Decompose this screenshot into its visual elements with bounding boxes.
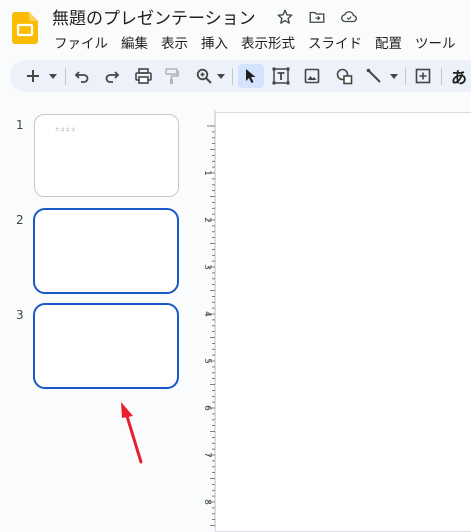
move-to-folder-icon[interactable] — [308, 8, 326, 26]
select-tool-icon[interactable] — [238, 64, 264, 88]
line-icon[interactable] — [364, 60, 384, 92]
toolbar-divider — [232, 68, 233, 85]
undo-icon[interactable] — [72, 60, 92, 92]
ruler-label: 8 — [202, 499, 212, 505]
vertical-ruler: 1 2 3 4 5 6 7 8 — [202, 110, 216, 529]
cloud-saved-icon[interactable] — [340, 8, 358, 26]
ruler-label: 2 — [202, 217, 212, 223]
slide-canvas[interactable] — [215, 112, 471, 532]
slide-number: 1 — [16, 118, 24, 132]
menu-format[interactable]: 表示形式 — [241, 32, 295, 52]
japanese-input-button[interactable]: あ — [448, 60, 470, 92]
ruler-label: 1 — [202, 170, 212, 176]
menu-file[interactable]: ファイル — [54, 32, 108, 52]
slide-filmstrip: 1 ク ゴ ゴ ゴ 2 3 — [0, 100, 200, 529]
slide-thumbnail-1[interactable]: ク ゴ ゴ ゴ — [34, 114, 179, 197]
shape-icon[interactable] — [334, 60, 354, 92]
menu-bar: ファイル 編集 表示 挿入 表示形式 スライド 配置 ツール — [54, 32, 469, 52]
new-slide-button[interactable] — [24, 60, 42, 92]
menu-arrange[interactable]: 配置 — [375, 32, 402, 52]
slide-thumbnail-3[interactable] — [33, 303, 179, 389]
print-icon[interactable] — [132, 60, 154, 92]
slide-number: 3 — [16, 308, 24, 322]
line-dropdown-icon[interactable] — [389, 60, 399, 92]
menu-tools[interactable]: ツール — [415, 32, 456, 52]
ruler-label: 6 — [202, 405, 212, 411]
toolbar: あ — [10, 60, 471, 92]
paint-format-icon[interactable] — [162, 60, 182, 92]
ruler-label: 7 — [202, 452, 212, 458]
ruler-label: 3 — [202, 264, 212, 270]
menu-view[interactable]: 表示 — [161, 32, 188, 52]
toolbar-divider — [405, 68, 406, 85]
google-slides-logo[interactable] — [12, 12, 38, 44]
menu-edit[interactable]: 編集 — [121, 32, 148, 52]
redo-icon[interactable] — [102, 60, 122, 92]
image-icon[interactable] — [302, 60, 322, 92]
red-arrow-annotation — [121, 402, 143, 464]
star-icon[interactable] — [276, 8, 294, 26]
zoom-dropdown-icon[interactable] — [216, 60, 226, 92]
ruler-label: 4 — [202, 311, 212, 317]
menu-slide[interactable]: スライド — [308, 32, 362, 52]
new-slide-dropdown-icon[interactable] — [48, 60, 58, 92]
text-box-icon[interactable] — [270, 60, 292, 92]
document-title[interactable]: 無題のプレゼンテーション — [52, 4, 256, 29]
slide-thumbnail-text: ク ゴ ゴ ゴ — [55, 127, 75, 132]
menu-insert[interactable]: 挿入 — [201, 32, 228, 52]
toolbar-divider — [441, 68, 442, 85]
toolbar-divider — [65, 68, 66, 85]
slide-thumbnail-2[interactable] — [33, 208, 179, 294]
zoom-icon[interactable] — [194, 60, 214, 92]
add-comment-icon[interactable] — [413, 60, 433, 92]
slide-number: 2 — [16, 213, 24, 227]
ruler-label: 5 — [202, 358, 212, 364]
